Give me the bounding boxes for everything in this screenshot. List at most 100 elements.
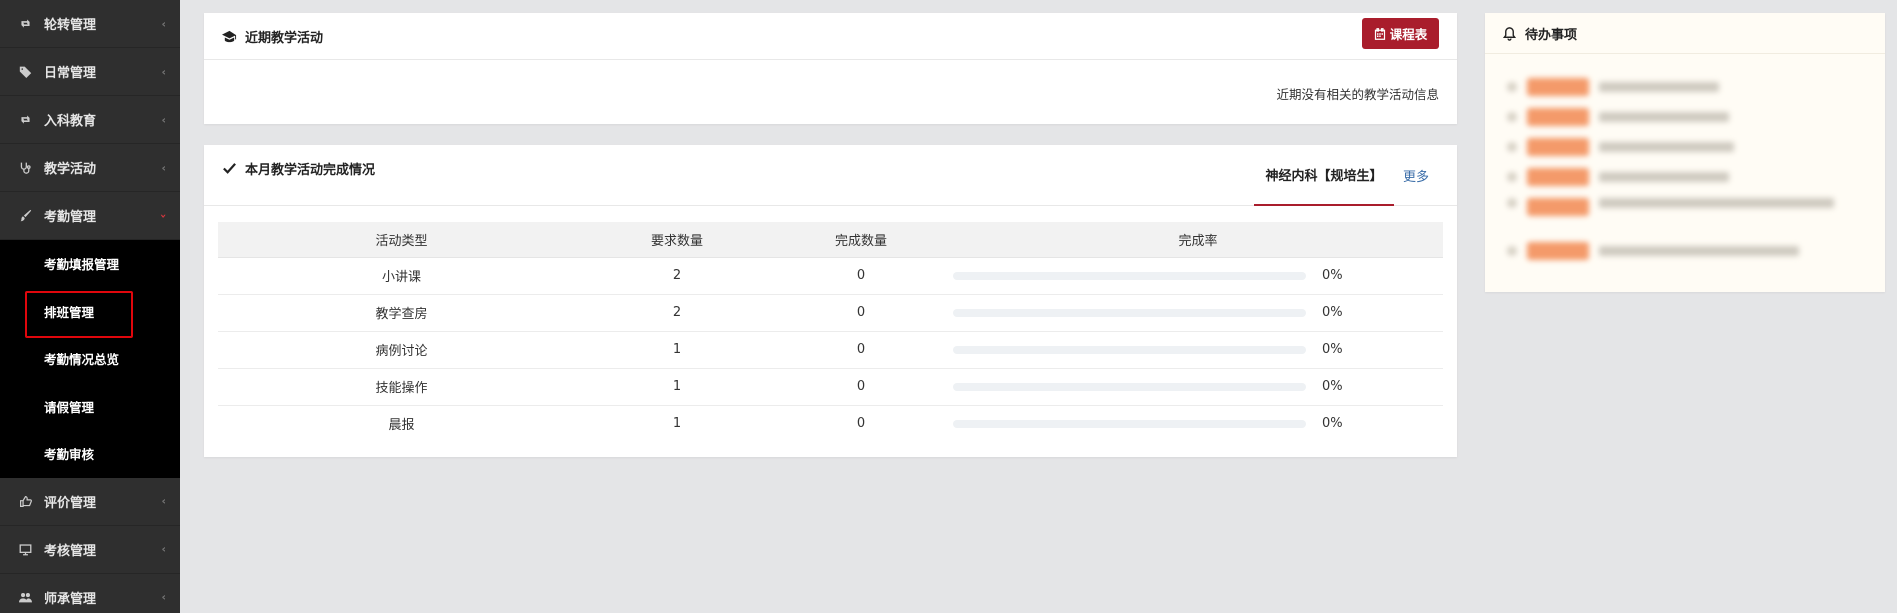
sidebar-item-assessment[interactable]: 考核管理 ‹ xyxy=(0,526,180,574)
sidebar-item-teaching[interactable]: 教学活动 ‹ xyxy=(0,144,180,192)
recent-activities-title: 近期教学活动 xyxy=(245,30,324,46)
required-count: 2 xyxy=(585,294,769,332)
completion-rate: 0% xyxy=(953,405,1443,442)
column-header: 要求数量 xyxy=(585,222,769,258)
tab-neurology-resident[interactable]: 神经内科【规培生】 xyxy=(1254,145,1394,206)
monthly-completion-title: 本月教学活动完成情况 xyxy=(245,163,376,178)
submenu-item-attendance-report[interactable]: 考勤填报管理 xyxy=(0,240,180,288)
panel-title: 近期教学活动 xyxy=(222,27,323,46)
recent-activities-panel: 近期教学活动 课程表 近期没有相关的教学活动信息 xyxy=(204,13,1457,124)
todo-panel: 待办事项 xyxy=(1485,13,1885,292)
todo-list xyxy=(1485,54,1885,266)
sidebar-item-evaluation[interactable]: 评价管理 ‹ xyxy=(0,478,180,526)
completed-count: 0 xyxy=(856,416,866,432)
sidebar-item-label: 师承管理 xyxy=(44,591,97,607)
empty-message: 近期没有相关的教学活动信息 xyxy=(1276,87,1439,102)
retweet-icon xyxy=(18,17,32,31)
completion-rate: 0% xyxy=(953,368,1443,406)
sidebar-item-label: 考勤管理 xyxy=(44,210,97,225)
submenu-item-attendance-review[interactable]: 考勤审核 xyxy=(0,430,180,478)
retweet-icon xyxy=(18,113,32,127)
completed-count: 0 xyxy=(769,368,953,406)
activity-type: 教学查房 xyxy=(218,294,585,332)
sidebar-item-daily[interactable]: 日常管理 ‹ xyxy=(0,48,180,96)
sidebar-item-rotation[interactable]: 轮转管理 ‹ xyxy=(0,0,180,48)
tag-icon xyxy=(18,65,32,79)
chevron-down-icon: › xyxy=(157,213,171,218)
graduation-cap-icon xyxy=(222,30,237,42)
completion-table: 活动类型 要求数量 完成数量 完成率 小讲课 2 0 0% 教学查房 2 0 0… xyxy=(218,222,1443,442)
activity-type: 晨报 xyxy=(388,418,415,434)
users-icon xyxy=(18,590,32,604)
table-row: 小讲课 2 0 0% xyxy=(218,257,1443,295)
submenu-item-leave[interactable]: 请假管理 xyxy=(0,383,180,431)
schedule-button-label: 课程表 xyxy=(1389,27,1428,42)
chevron-left-icon: ‹ xyxy=(161,17,166,30)
monthly-completion-panel: 本月教学活动完成情况 神经内科【规培生】 更多 活动类型 要求数量 完成数量 完… xyxy=(204,145,1457,457)
sidebar-item-orientation[interactable]: 入科教育 ‹ xyxy=(0,96,180,144)
todo-item-blurred[interactable] xyxy=(1507,132,1865,162)
progress-bar xyxy=(953,345,1306,354)
todo-item-blurred[interactable] xyxy=(1507,192,1865,236)
completion-rate: 0% xyxy=(953,294,1443,332)
submenu-item-scheduling[interactable]: 排班管理 xyxy=(0,288,180,337)
thumbs-up-icon xyxy=(18,494,32,508)
panel-header: 近期教学活动 课程表 xyxy=(204,13,1457,60)
chevron-left-icon: ‹ xyxy=(161,113,166,126)
attendance-submenu: 考勤填报管理 排班管理 考勤情况总览 请假管理 考勤审核 xyxy=(0,240,180,478)
schedule-button[interactable]: 课程表 xyxy=(1362,18,1439,49)
required-count: 1 xyxy=(672,416,682,432)
completion-rate: 0% xyxy=(953,257,1443,295)
more-link[interactable]: 更多 xyxy=(1403,145,1429,206)
sidebar: 轮转管理 ‹ 日常管理 ‹ 入科教育 ‹ 教学活动 ‹ 考勤管理 › 考勤填报管… xyxy=(0,0,180,613)
calendar-icon xyxy=(1374,27,1385,40)
table-row: 技能操作 1 0 0% xyxy=(218,368,1443,406)
rate-text: 0% xyxy=(1322,416,1343,432)
activity-type: 小讲课 xyxy=(218,257,585,295)
submenu-item-attendance-overview[interactable]: 考勤情况总览 xyxy=(0,335,180,383)
completed-count: 0 xyxy=(769,257,953,295)
table-row: 病例讨论 1 0 0% xyxy=(218,331,1443,369)
panel-header: 本月教学活动完成情况 神经内科【规培生】 更多 xyxy=(204,145,1457,206)
chevron-left-icon: ‹ xyxy=(161,65,166,78)
sidebar-item-mentorship[interactable]: 师承管理 ‹ xyxy=(0,574,180,613)
sidebar-item-label: 考核管理 xyxy=(44,543,97,559)
column-header: 完成率 xyxy=(953,222,1443,258)
panel-header: 待办事项 xyxy=(1485,13,1885,54)
chevron-left-icon: ‹ xyxy=(161,494,166,508)
table-row: 教学查房 2 0 0% xyxy=(218,294,1443,332)
column-header: 活动类型 xyxy=(218,222,585,258)
todo-title: 待办事项 xyxy=(1525,27,1578,43)
sidebar-item-label: 轮转管理 xyxy=(44,18,97,33)
completion-rate: 0% xyxy=(953,331,1443,369)
progress-bar xyxy=(953,382,1306,391)
completed-count: 0 xyxy=(769,331,953,369)
panel-title: 本月教学活动完成情况 xyxy=(222,159,375,178)
bell-icon xyxy=(1502,26,1517,41)
todo-item-blurred[interactable] xyxy=(1507,236,1865,266)
progress-bar xyxy=(953,419,1306,428)
todo-item-blurred[interactable] xyxy=(1507,72,1865,102)
sidebar-item-label: 日常管理 xyxy=(44,66,97,81)
table-header-row: 活动类型 要求数量 完成数量 完成率 xyxy=(218,222,1443,258)
rate-text: 0% xyxy=(1322,342,1343,357)
rate-text: 0% xyxy=(1322,268,1343,283)
todo-item-blurred[interactable] xyxy=(1507,162,1865,192)
table-row: 晨报 1 0 0% xyxy=(218,405,1443,442)
sidebar-item-label: 教学活动 xyxy=(44,162,97,177)
monitor-icon xyxy=(18,542,32,556)
rate-text: 0% xyxy=(1322,305,1343,320)
brush-icon xyxy=(18,209,32,223)
sidebar-item-label: 入科教育 xyxy=(44,114,97,129)
sidebar-item-label: 评价管理 xyxy=(44,495,97,511)
todo-item-blurred[interactable] xyxy=(1507,102,1865,132)
chevron-left-icon: ‹ xyxy=(161,161,166,174)
activity-type: 技能操作 xyxy=(218,368,585,406)
chevron-left-icon: ‹ xyxy=(161,542,166,556)
chevron-left-icon: ‹ xyxy=(161,590,166,604)
stethoscope-icon xyxy=(18,161,32,175)
progress-bar xyxy=(953,308,1306,317)
required-count: 1 xyxy=(585,368,769,406)
progress-bar xyxy=(953,271,1306,280)
sidebar-item-attendance[interactable]: 考勤管理 › xyxy=(0,192,180,240)
